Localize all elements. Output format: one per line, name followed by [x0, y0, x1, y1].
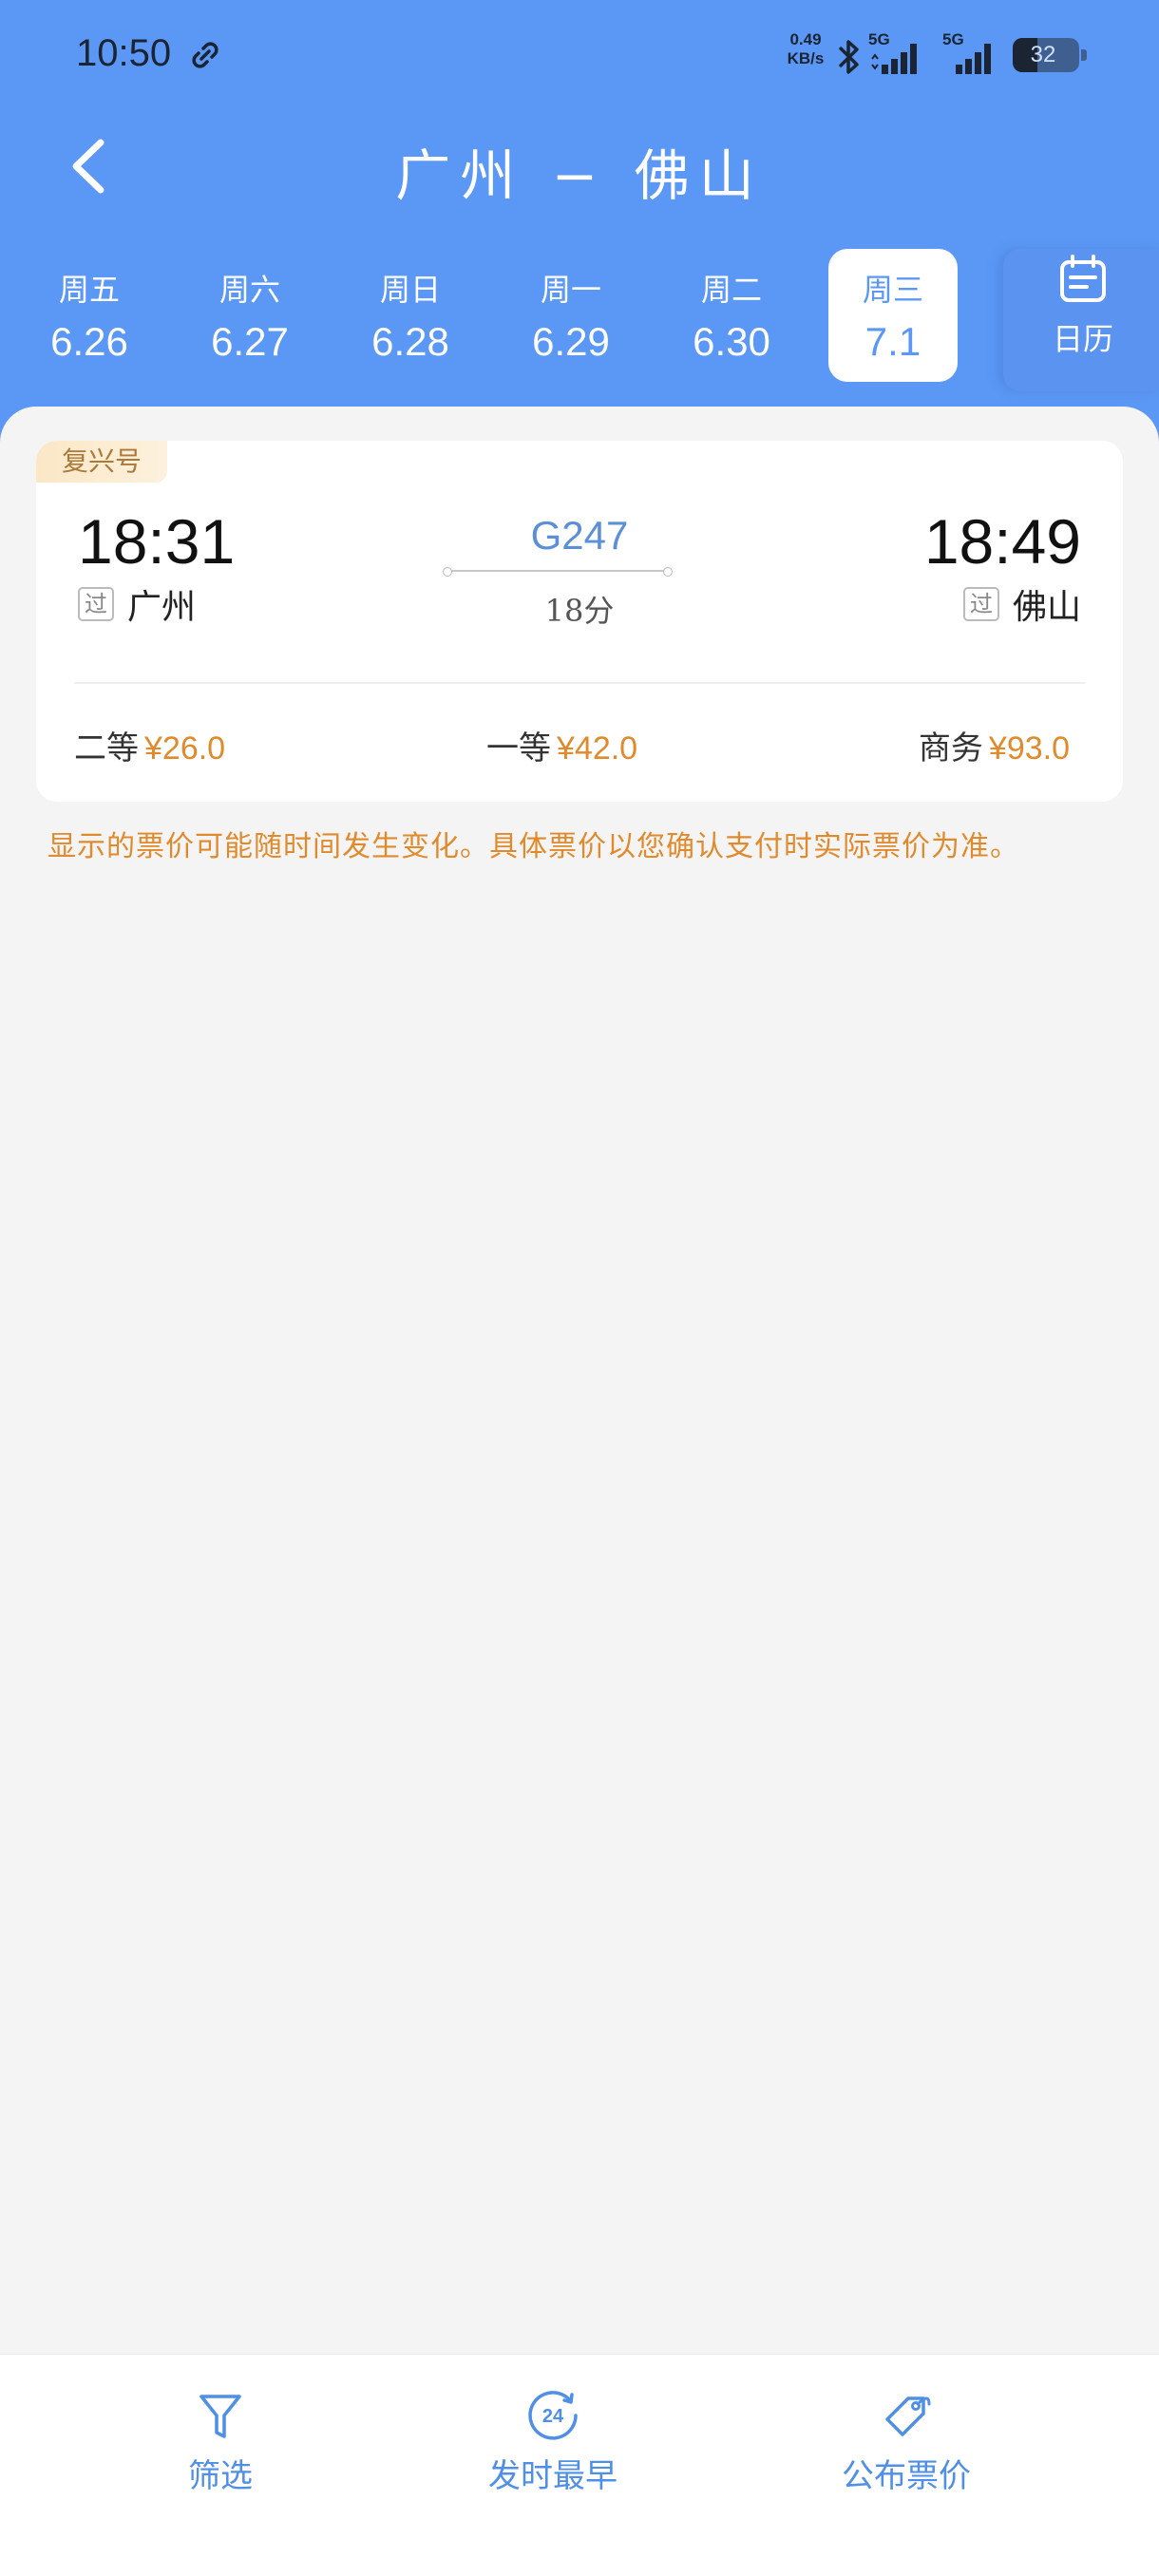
battery-icon: 32 [1013, 38, 1087, 72]
seat-second-class: 二等 ¥26.0 [74, 722, 225, 768]
status-time: 10:50 [76, 32, 172, 74]
seat-class-label: 二等 [74, 729, 139, 767]
filter-label: 筛选 [188, 2457, 253, 2495]
published-fare-label: 公布票价 [842, 2457, 971, 2495]
battery-level: 32 [1030, 42, 1056, 67]
signal-icon-2: 5G [942, 30, 1003, 80]
pass-through-tag: 过 [78, 587, 114, 621]
calendar-button[interactable]: 日历 [1003, 249, 1159, 391]
date-tab-0[interactable]: 周五 6.26 [25, 249, 154, 382]
calendar-icon [1060, 255, 1106, 302]
page-title: 广州 − 佛山 [395, 143, 764, 208]
net-speed-value: 0.49 [789, 30, 822, 48]
date-weekday: 周三 [862, 272, 923, 308]
earliest-departure-label: 发时最早 [488, 2457, 618, 2495]
depart-station: 过 广州 [78, 583, 196, 627]
depart-station-name: 广州 [127, 588, 197, 627]
arrive-time: 18:49 [923, 506, 1081, 577]
header: 10:50 0.49 KB/s 5G 5G 32 广州 − 佛山 周五 6.26… [0, 0, 1159, 446]
trip-duration: 18分 [544, 593, 615, 629]
date-tab-2[interactable]: 周日 6.28 [346, 249, 475, 382]
clock-24-icon-text: 24 [542, 2406, 564, 2427]
signal-icon: 5G [868, 30, 929, 80]
bottom-bar: 筛选 24 发时最早 公布票价 [0, 2354, 1159, 2576]
seat-first-class: 一等 ¥42.0 [486, 722, 637, 768]
date-tab-1[interactable]: 周六 6.27 [185, 249, 314, 382]
seat-price: ¥26.0 [144, 730, 226, 767]
card-divider [74, 682, 1085, 684]
net-speed: 0.49 KB/s [785, 30, 826, 68]
arrive-station: 过 佛山 [962, 583, 1081, 627]
date-tab-5[interactable]: 周三 7.1 [828, 249, 958, 382]
date-value: 6.30 [693, 319, 770, 364]
date-weekday: 周一 [540, 272, 601, 308]
date-value: 6.26 [50, 319, 128, 364]
date-weekday: 周五 [58, 272, 120, 308]
filter-icon [200, 2395, 241, 2438]
filter-button[interactable]: 筛选 [97, 2387, 344, 2520]
status-bar: 10:50 0.49 KB/s 5G 5G 32 [0, 0, 1159, 114]
earliest-departure-button[interactable]: 24 发时最早 [429, 2387, 676, 2520]
date-value: 6.27 [211, 319, 289, 364]
date-tab-3[interactable]: 周一 6.29 [506, 249, 636, 382]
seat-price: ¥93.0 [988, 730, 1070, 767]
date-weekday: 周六 [218, 272, 280, 308]
seat-class-label: 一等 [486, 729, 551, 767]
seat-price: ¥42.0 [557, 730, 638, 767]
pass-through-tag: 过 [962, 587, 999, 621]
train-type-badge: 复兴号 [36, 441, 167, 483]
arrive-station-name: 佛山 [1012, 588, 1081, 627]
price-tag-icon [885, 2396, 931, 2436]
nav-bar: 广州 − 佛山 [0, 114, 1159, 218]
link-icon [192, 42, 218, 68]
train-card[interactable]: 复兴号 18:31 G247 18分 18:49 过 广州 过 佛山 二等 ¥26… [36, 441, 1123, 802]
seat-business-class: 商务 ¥93.0 [919, 722, 1070, 768]
price-notice: 显示的票价可能随时间发生变化。具体票价以您确认支付时实际票价为准。 [48, 830, 1019, 863]
content-area: 复兴号 18:31 G247 18分 18:49 过 广州 过 佛山 二等 ¥26… [0, 407, 1159, 2354]
date-value: 6.29 [532, 319, 610, 364]
route-line [443, 567, 673, 577]
date-value: 6.28 [371, 319, 449, 364]
date-selector: 周五 6.26 周六 6.27 周日 6.28 周一 6.29 周二 6.30 … [0, 249, 1159, 391]
date-weekday: 周二 [700, 272, 762, 308]
date-tab-4[interactable]: 周二 6.30 [667, 249, 796, 382]
bluetooth-icon [838, 40, 859, 74]
published-fare-button[interactable]: 公布票价 [783, 2387, 1030, 2520]
date-value: 7.1 [864, 319, 922, 364]
net-speed-unit: KB/s [787, 49, 825, 67]
calendar-label: 日历 [1052, 321, 1113, 357]
clock-24-icon: 24 [528, 2391, 578, 2440]
date-weekday: 周日 [379, 272, 441, 308]
seat-class-label: 商务 [918, 729, 983, 767]
train-list-page: 10:50 0.49 KB/s 5G 5G 32 广州 − 佛山 周五 6.26… [0, 0, 1159, 2576]
